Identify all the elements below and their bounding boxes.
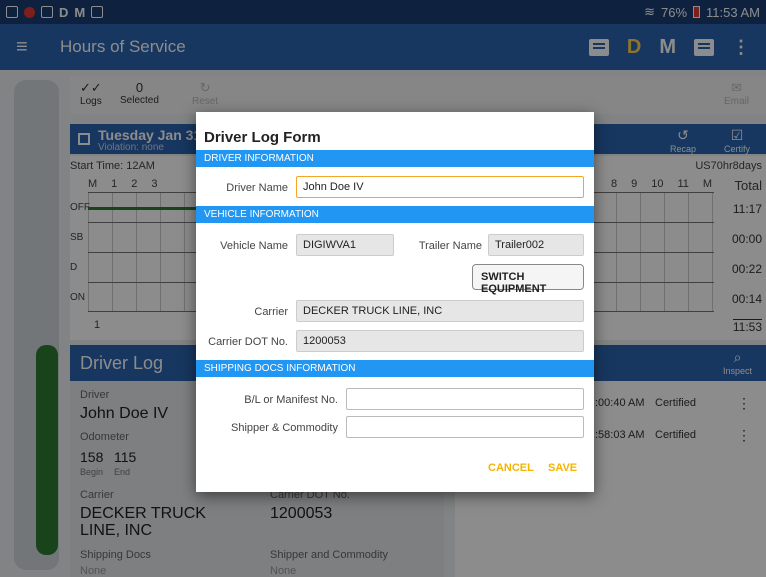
trailer-name-label: Trailer Name (418, 240, 482, 252)
driver-name-label: Driver Name (226, 182, 288, 194)
save-button[interactable]: SAVE (548, 462, 577, 474)
app-frame: D M ≋ 76% 11:53 AM ≡ Hours of Service D … (0, 0, 766, 577)
bl-manifest-input[interactable] (346, 388, 584, 410)
shipper-commodity-label: Shipper & Commodity (231, 422, 338, 434)
vehicle-name-input[interactable]: DIGIWVA1 (296, 234, 394, 256)
carrier-dot-label: Carrier DOT No. (208, 336, 288, 348)
section-driver-information: DRIVER INFORMATION (196, 150, 594, 167)
trailer-name-input[interactable]: Trailer002 (488, 234, 584, 256)
cancel-button[interactable]: CANCEL (488, 462, 534, 474)
driver-log-form-dialog: Driver Log Form DRIVER INFORMATION Drive… (196, 112, 594, 492)
dialog-title: Driver Log Form (204, 129, 321, 146)
driver-name-input[interactable]: John Doe IV (296, 176, 584, 198)
shipper-commodity-input[interactable] (346, 416, 584, 438)
switch-equipment-button[interactable]: SWITCH EQUIPMENT (472, 264, 584, 295)
section-vehicle-information: VEHICLE INFORMATION (196, 206, 594, 223)
carrier-label: Carrier (254, 306, 288, 318)
section-shipping-docs: SHIPPING DOCS INFORMATION (196, 360, 594, 377)
bl-manifest-label: B/L or Manifest No. (244, 394, 338, 406)
carrier-input[interactable]: DECKER TRUCK LINE, INC (296, 300, 584, 322)
carrier-dot-input[interactable]: 1200053 (296, 330, 584, 352)
vehicle-name-label: Vehicle Name (220, 240, 288, 252)
